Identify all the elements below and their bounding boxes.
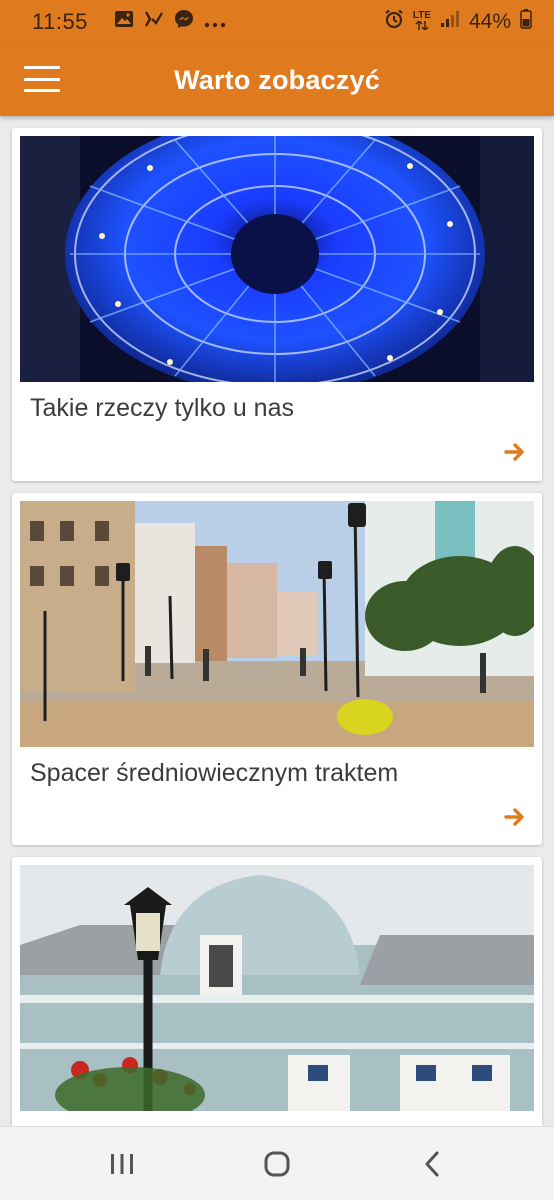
tasks-icon xyxy=(144,10,164,34)
menu-line xyxy=(24,66,60,69)
hamburger-menu-icon[interactable] xyxy=(22,62,62,96)
attraction-card[interactable]: Spacer średniowiecznym traktem xyxy=(12,493,542,845)
status-left: 11:55 xyxy=(32,9,226,35)
battery-percent: 44% xyxy=(468,10,511,33)
messenger-icon xyxy=(174,9,194,35)
card-image xyxy=(20,136,534,382)
menu-line xyxy=(24,77,60,81)
alarm-icon xyxy=(384,9,404,35)
app-bar: Warto zobaczyć xyxy=(0,44,554,116)
chevron-right-icon[interactable] xyxy=(504,441,526,463)
gallery-icon xyxy=(114,10,134,34)
app-screen: 11:55 LTE 44% Warto zobaczyć Takie rzecz… xyxy=(0,0,554,1200)
lte-indicator: LTE xyxy=(413,11,431,33)
home-icon[interactable] xyxy=(257,1149,297,1179)
system-navigation-bar xyxy=(0,1126,554,1200)
battery-icon xyxy=(520,9,532,35)
card-image xyxy=(20,865,534,1111)
content-feed[interactable]: Takie rzeczy tylko u nas Spacer średniow… xyxy=(0,116,554,1126)
signal-icon xyxy=(440,10,460,34)
recent-apps-icon[interactable] xyxy=(102,1149,142,1179)
chevron-right-icon[interactable] xyxy=(504,806,526,828)
lte-label: LTE xyxy=(412,10,431,21)
card-image xyxy=(20,501,534,747)
card-title: Takie rzeczy tylko u nas xyxy=(30,394,294,422)
status-bar: 11:55 LTE 44% xyxy=(0,0,554,44)
card-title: Spacer średniowiecznym traktem xyxy=(30,759,399,787)
menu-line xyxy=(24,89,60,92)
page-title: Warto zobaczyć xyxy=(174,64,380,95)
status-right: LTE 44% xyxy=(384,9,532,35)
attraction-card[interactable]: Takie rzeczy tylko u nas xyxy=(12,128,542,481)
more-dots-icon xyxy=(204,10,226,34)
attraction-card[interactable] xyxy=(12,857,542,1126)
status-time: 11:55 xyxy=(32,9,88,34)
notification-icons xyxy=(114,9,226,35)
back-icon[interactable] xyxy=(412,1149,452,1179)
